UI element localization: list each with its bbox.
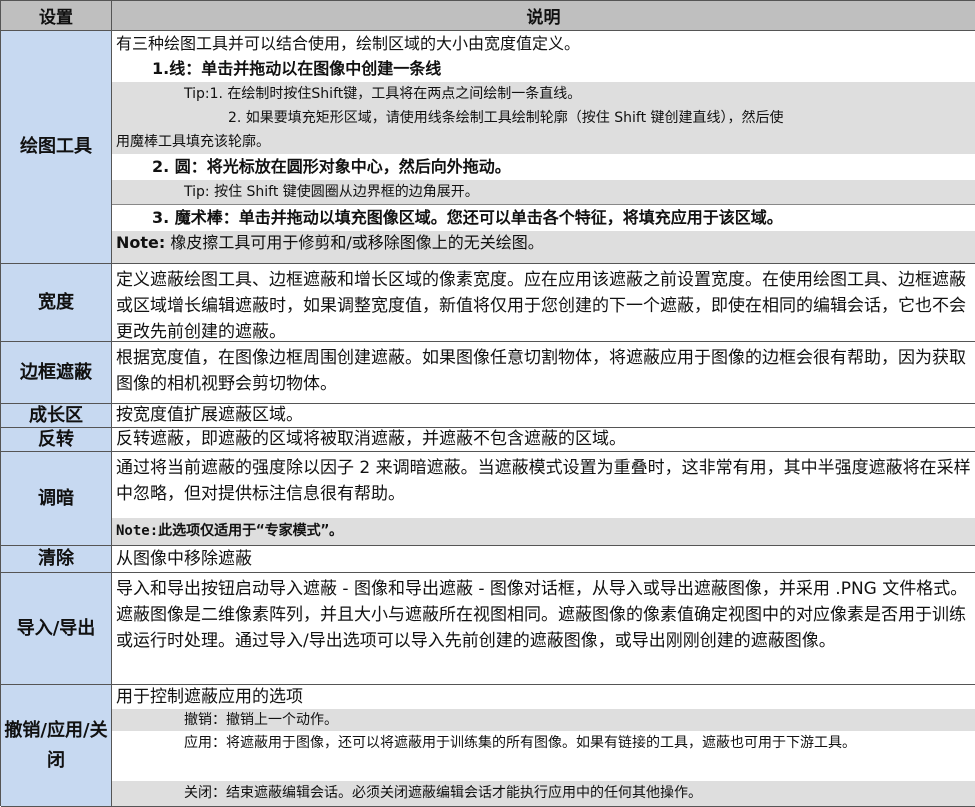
draw-wand-title: 3. 魔术棒：单击并拖动以填充图像区域。您还可以单击各个特征，将填充应用于该区域… xyxy=(152,208,783,227)
row-label-draw: 绘图工具 xyxy=(1,31,112,264)
draw-line-title: 1.线：单击并拖动以在图像中创建一条线 xyxy=(152,59,442,78)
undo-close: 关闭：结束遮蔽编辑会话。必须关闭遮蔽编辑会话才能执行应用中的任何其他操作。 xyxy=(112,781,975,806)
draw-circle-tip: Tip: 按住 Shift 键使圆圈从边界框的边角展开。 xyxy=(112,180,975,205)
row-desc-grow: 按宽度值扩展遮蔽区域。 xyxy=(112,404,975,428)
draw-line-tip1: Tip:1. 在绘制时按住Shift键，工具将在两点之间绘制一条直线。 xyxy=(112,82,975,106)
draw-circle-title: 2. 圆：将光标放在圆形对象中心，然后向外拖动。 xyxy=(152,157,511,176)
dim-text: 通过将当前遮蔽的强度除以因子 2 来调暗遮蔽。当遮蔽模式设置为重叠时，这非常有用… xyxy=(116,458,971,504)
row-desc-io: 导入和导出按钮启动导入遮蔽 - 图像和导出遮蔽 - 图像对话框，从导入或导出遮蔽… xyxy=(112,573,975,685)
settings-table: 设置 说明 绘图工具 有三种绘图工具并可以结合使用，绘制区域的大小由宽度值定义。… xyxy=(0,0,975,807)
row-desc-draw: 有三种绘图工具并可以结合使用，绘制区域的大小由宽度值定义。 1.线：单击并拖动以… xyxy=(112,31,975,264)
draw-line-tip2: 2. 如果要填充矩形区域，请使用线条绘制工具绘制轮廓（按住 Shift 键创建直… xyxy=(112,106,975,154)
row-desc-dim: 通过将当前遮蔽的强度除以因子 2 来调暗遮蔽。当遮蔽模式设置为重叠时，这非常有用… xyxy=(112,452,975,546)
row-label-undo: 撤销/应用/关闭 xyxy=(1,685,112,807)
row-desc-clear: 从图像中移除遮蔽 xyxy=(112,546,975,573)
row-label-border: 边框遮蔽 xyxy=(1,342,112,404)
draw-note-label: Note: xyxy=(116,233,166,252)
draw-note-text: 橡皮擦工具可用于修剪和/或移除图像上的无关绘图。 xyxy=(165,233,544,252)
draw-intro: 有三种绘图工具并可以结合使用，绘制区域的大小由宽度值定义。 xyxy=(116,34,581,53)
dim-note: Note:此选项仅适用于“专家模式”。 xyxy=(112,518,975,545)
row-desc-undo: 用于控制遮蔽应用的选项 撤销：撤销上一个动作。 应用：将遮蔽用于图像，还可以将遮… xyxy=(112,685,975,807)
row-desc-invert: 反转遮蔽，即遮蔽的区域将被取消遮蔽，并遮蔽不包含遮蔽的区域。 xyxy=(112,428,975,452)
header-description: 说明 xyxy=(112,1,975,31)
draw-line-tip2-a: 2. 如果要填充矩形区域，请使用线条绘制工具绘制轮廓（按住 Shift 键创建直… xyxy=(228,110,784,126)
undo-intro: 用于控制遮蔽应用的选项 xyxy=(116,687,303,707)
row-label-clear: 清除 xyxy=(1,546,112,573)
row-label-dim: 调暗 xyxy=(1,452,112,546)
row-label-io: 导入/导出 xyxy=(1,573,112,685)
row-label-invert: 反转 xyxy=(1,428,112,452)
draw-line-tip2-b: 用魔棒工具填充该轮廓。 xyxy=(116,134,270,150)
undo-apply: 应用：将遮蔽用于图像，还可以将遮蔽用于训练集的所有图像。如果有链接的工具，遮蔽也… xyxy=(184,735,856,751)
row-label-grow: 成长区 xyxy=(1,404,112,428)
row-desc-border: 根据宽度值，在图像边框周围创建遮蔽。如果图像任意切割物体，将遮蔽应用于图像的边框… xyxy=(112,342,975,404)
header-setting: 设置 xyxy=(1,1,112,31)
draw-note: Note: 橡皮擦工具可用于修剪和/或移除图像上的无关绘图。 xyxy=(112,231,975,263)
row-label-width: 宽度 xyxy=(1,264,112,342)
row-desc-width: 定义遮蔽绘图工具、边框遮蔽和增长区域的像素宽度。应在应用该遮蔽之前设置宽度。在使… xyxy=(112,264,975,342)
undo-undo: 撤销：撤销上一个动作。 xyxy=(112,709,975,731)
